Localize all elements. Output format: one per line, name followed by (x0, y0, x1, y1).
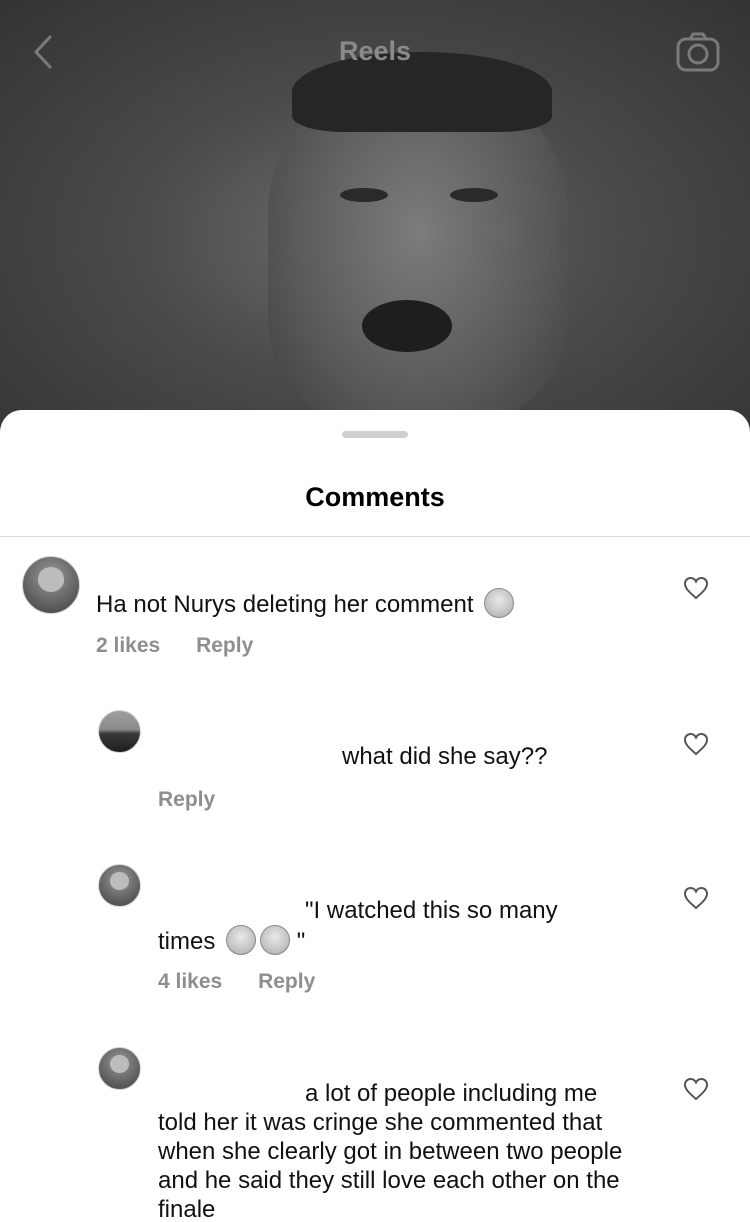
heart-icon[interactable] (683, 576, 709, 600)
comment-text-line: "I watched this so many (305, 897, 558, 924)
comment-text: Ha not Nurys deleting her comment (96, 588, 515, 619)
video-person-mouth (362, 300, 452, 352)
kissing-wink-emoji-icon (260, 925, 291, 955)
comment-text-line: a lot of people including me (305, 1080, 598, 1107)
sheet-title: Comments (305, 482, 445, 512)
relieved-face-emoji-icon (226, 925, 257, 955)
video-person-eye (340, 188, 388, 202)
avatar[interactable] (98, 710, 141, 753)
comment-text: what did she say?? (342, 743, 548, 770)
reply-button[interactable]: Reply (258, 970, 315, 993)
divider (0, 536, 750, 537)
reply-button[interactable]: Reply (158, 788, 215, 811)
comments-sheet: Comments Ha not Nurys deleting her comme… (0, 410, 750, 1222)
camera-icon[interactable] (676, 32, 720, 72)
comment-meta: 4 likes Reply (158, 970, 345, 994)
page-title: Reels (338, 36, 412, 66)
likes-count[interactable]: 4 likes (158, 970, 222, 993)
avatar[interactable] (98, 1047, 141, 1090)
reply-button[interactable]: Reply (196, 634, 253, 657)
sheet-grabber[interactable] (342, 431, 408, 438)
comment-text-line: times " (158, 925, 305, 956)
comment-text: told her it was cringe she commented tha… (158, 1109, 623, 1222)
laughing-tears-emoji-icon (484, 588, 515, 618)
likes-count[interactable]: 2 likes (96, 634, 160, 657)
comment-meta: Reply (158, 788, 245, 812)
heart-icon[interactable] (683, 732, 709, 756)
avatar[interactable] (98, 864, 141, 907)
comment-meta: 2 likes Reply (96, 634, 283, 658)
heart-icon[interactable] (683, 1077, 709, 1101)
avatar[interactable] (22, 556, 80, 614)
heart-icon[interactable] (683, 886, 709, 910)
video-person-eye (450, 188, 498, 202)
